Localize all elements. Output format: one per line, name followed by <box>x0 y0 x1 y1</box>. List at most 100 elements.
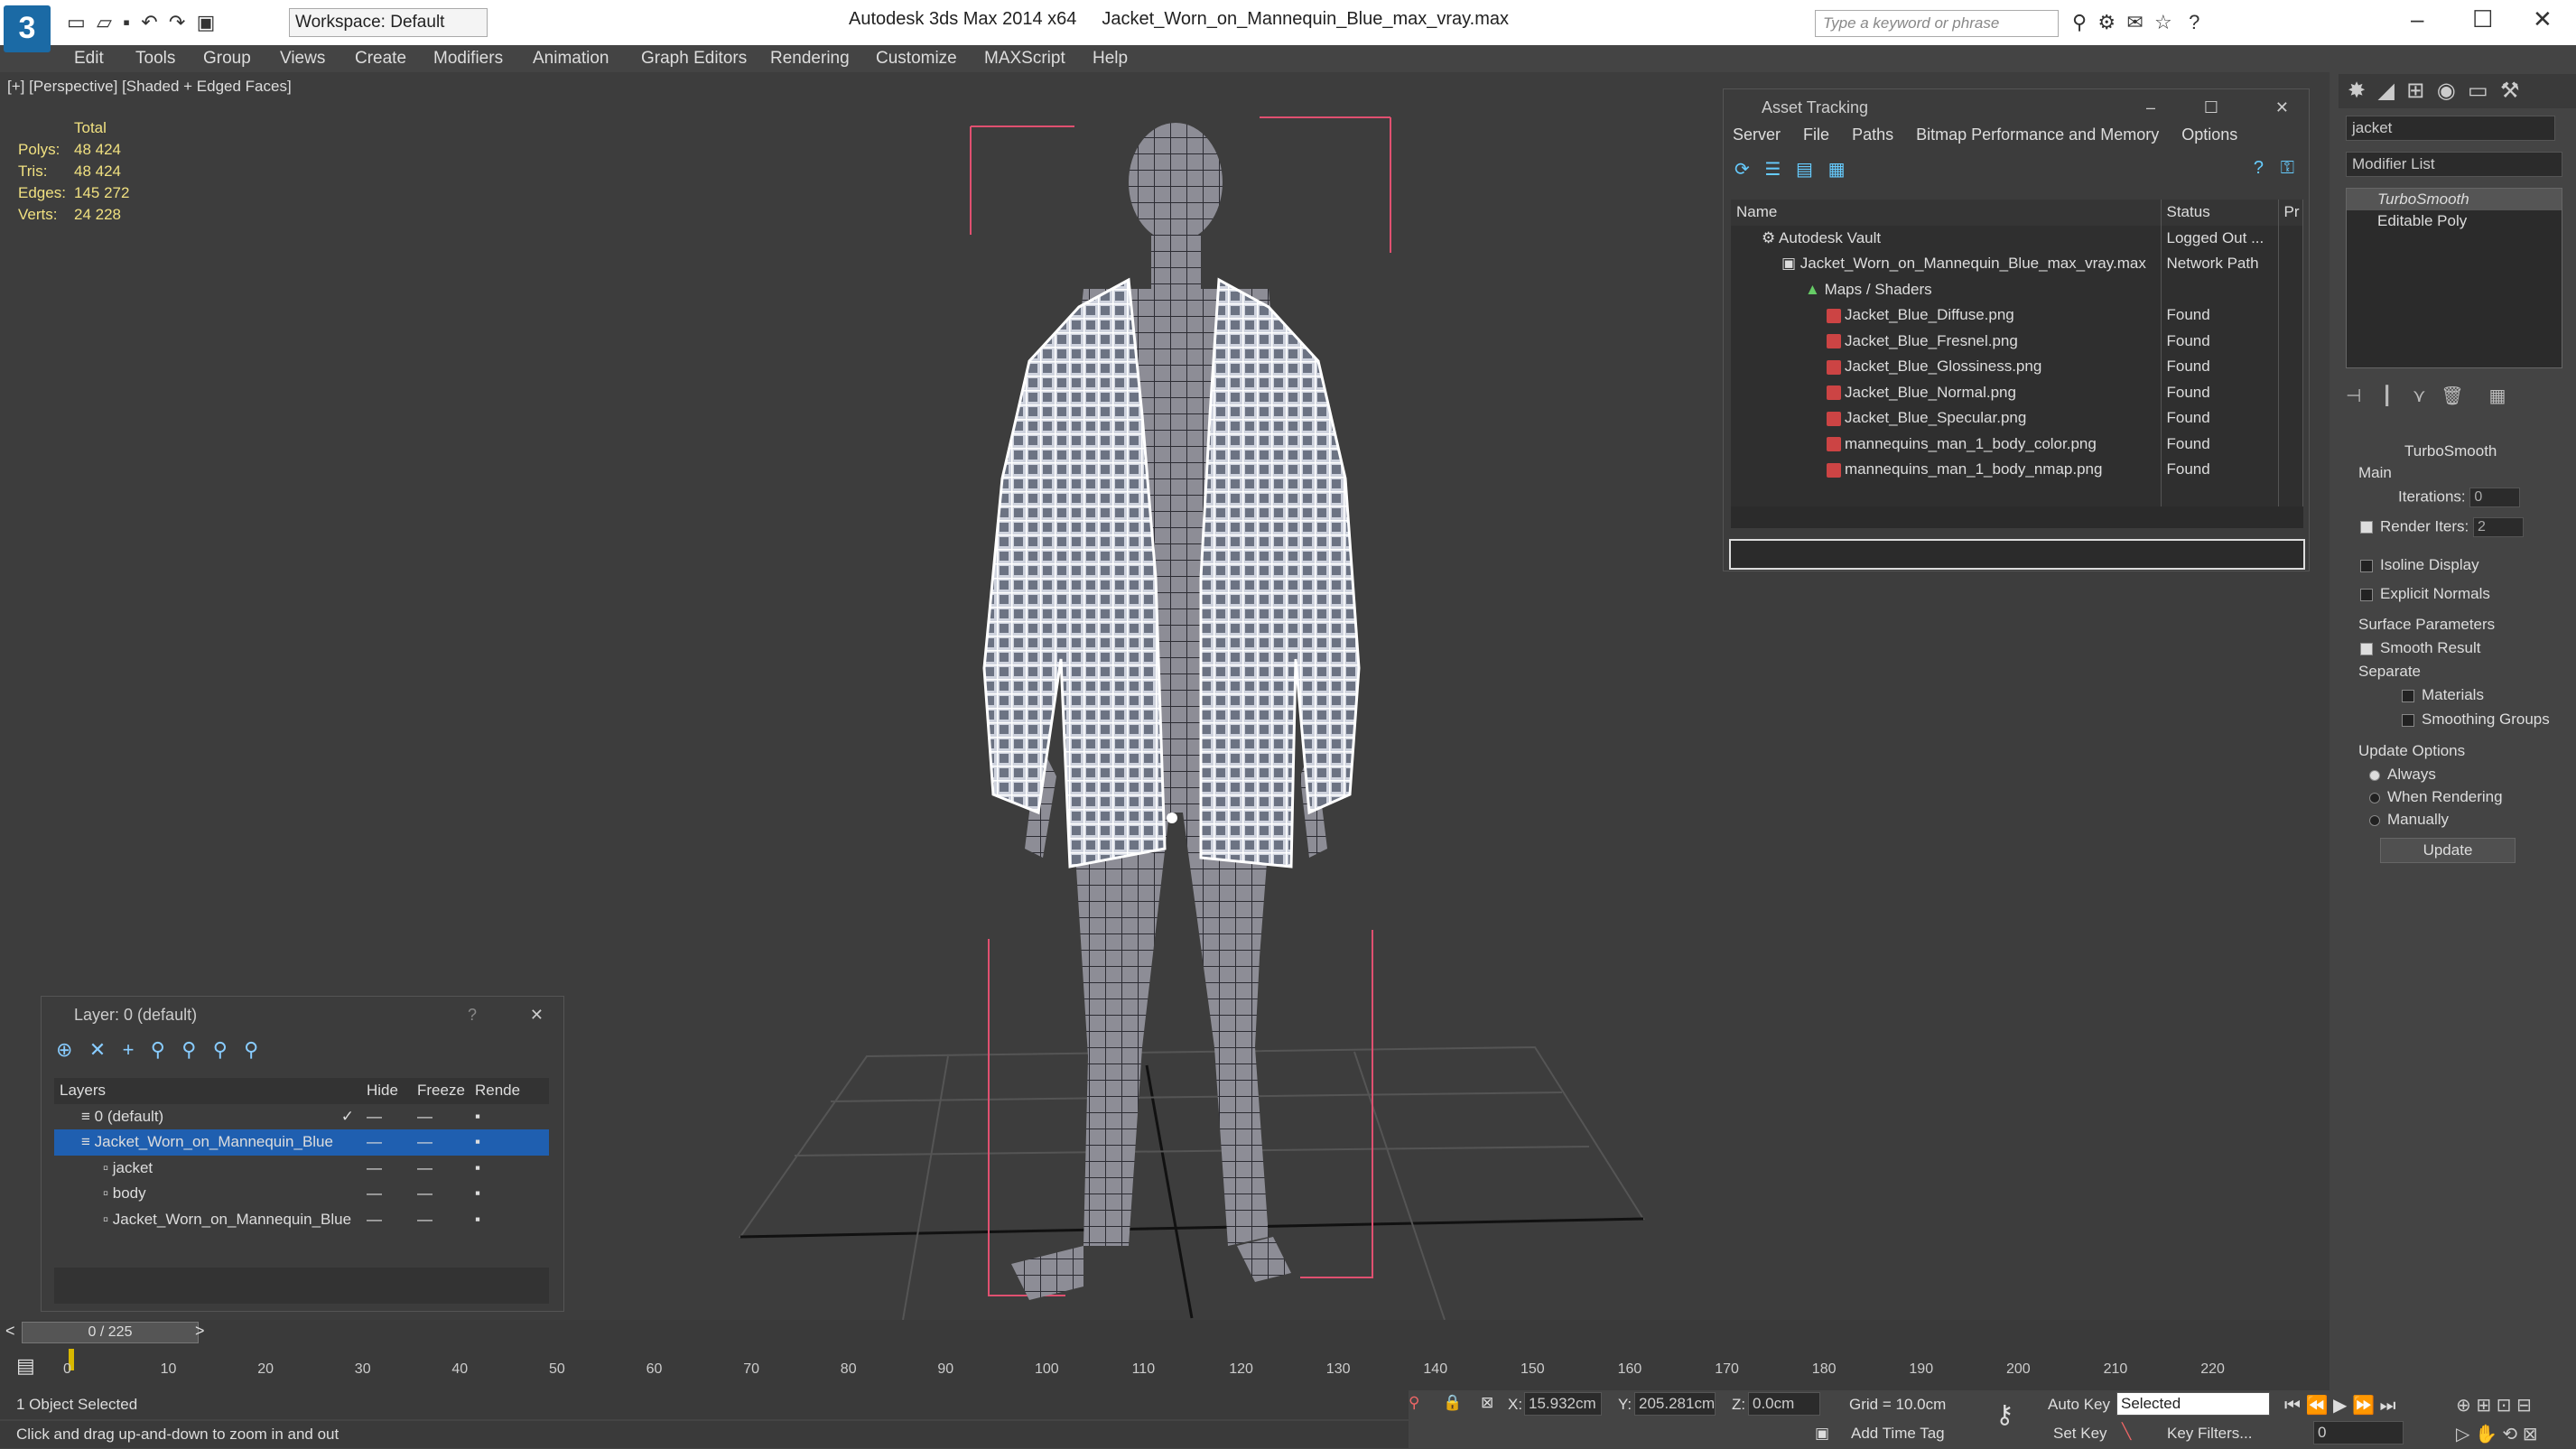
display-tab-icon[interactable]: ▭ <box>2468 79 2488 103</box>
smooth-result-checkbox[interactable] <box>2360 642 2373 655</box>
orbit-icon[interactable]: ⟲ <box>2502 1425 2517 1444</box>
modify-tab-icon[interactable]: ◢ <box>2377 79 2394 103</box>
next-key-icon[interactable]: ⏩ <box>2352 1396 2375 1416</box>
detail-view-icon[interactable]: ▤ <box>1796 160 1813 180</box>
make-unique-icon[interactable]: ⋎ <box>2413 386 2426 406</box>
always-radio[interactable] <box>2369 769 2380 781</box>
prev-key-icon[interactable]: ⏪ <box>2306 1396 2329 1416</box>
render-iters-spinner[interactable]: 2 <box>2473 517 2524 537</box>
highlight-layer-icon[interactable]: ⚲ <box>181 1038 196 1061</box>
menu-rendering[interactable]: Rendering <box>770 49 850 69</box>
table-row[interactable]: Jacket_Blue_Diffuse.png Found <box>1731 302 2303 329</box>
go-to-end-icon[interactable]: ⏭ <box>2379 1396 2395 1416</box>
freeze-toggle[interactable]: — <box>412 1181 470 1207</box>
show-end-result-icon[interactable]: ┃ <box>2382 386 2393 406</box>
layer-row[interactable]: ▫ body — — ▪ <box>54 1181 549 1207</box>
time-slider-thumb[interactable]: 0 / 225 <box>22 1322 199 1343</box>
menu-maxscript[interactable]: MAXScript <box>984 49 1065 69</box>
viewport-label[interactable]: [+] [Perspective] [Shaded + Edged Faces] <box>7 78 292 96</box>
key-selection-dropdown[interactable]: Selected <box>2116 1392 2270 1416</box>
lock-icon[interactable]: 🔒 <box>1443 1394 1462 1412</box>
table-row[interactable]: Jacket_Blue_Glossiness.png Found <box>1731 354 2303 380</box>
table-row[interactable]: ⚙ Autodesk Vault Logged Out ... <box>1731 225 2303 251</box>
menu-help[interactable]: Help <box>1093 49 1128 69</box>
hide-toggle[interactable]: — <box>361 1156 412 1182</box>
save-icon[interactable]: ▪ <box>123 11 130 33</box>
close-icon[interactable]: ✕ <box>530 997 544 1033</box>
smoothing-groups-checkbox[interactable] <box>2402 713 2414 727</box>
render-icon[interactable]: ▪ <box>470 1207 549 1233</box>
col-name[interactable]: Name <box>1731 200 2162 226</box>
undo-icon[interactable]: ↶ <box>141 11 157 33</box>
prev-frame-icon[interactable]: < <box>5 1322 15 1341</box>
walkthrough-icon[interactable]: ⊠ <box>2523 1425 2538 1444</box>
col-hide[interactable]: Hide <box>361 1078 412 1104</box>
help-icon[interactable]: ? <box>468 997 477 1033</box>
select-objects-icon[interactable]: ⚲ <box>151 1038 165 1061</box>
freeze-toggle[interactable]: — <box>412 1129 470 1156</box>
table-row[interactable]: ▲ Maps / Shaders <box>1731 276 2303 302</box>
render-icon[interactable]: ▪ <box>470 1129 549 1156</box>
hide-toggle[interactable]: — <box>361 1181 412 1207</box>
set-key-mode-icon[interactable]: ⚷ <box>1995 1399 2014 1429</box>
close-icon[interactable]: ✕ <box>2533 5 2553 33</box>
freeze-toggle[interactable]: — <box>412 1207 470 1233</box>
pin-stack-icon[interactable]: ⊣ <box>2346 386 2361 406</box>
delete-layer-icon[interactable]: ✕ <box>89 1038 106 1061</box>
render-icon[interactable]: ▪ <box>470 1181 549 1207</box>
at-menu-options[interactable]: Options <box>2181 125 2237 144</box>
at-menu-server[interactable]: Server <box>1733 125 1781 144</box>
favorites-icon[interactable]: ☆ <box>2154 11 2172 33</box>
remove-modifier-icon[interactable]: 🗑 <box>2441 386 2463 406</box>
zoom-all-icon[interactable]: ⊞ <box>2476 1396 2491 1416</box>
table-view-icon[interactable]: ▦ <box>1828 160 1846 180</box>
col-render[interactable]: Rende <box>470 1078 549 1104</box>
layer-row[interactable]: ▫ jacket — — ▪ <box>54 1156 549 1182</box>
time-slider[interactable]: < 0 / 225 > <box>0 1320 2330 1345</box>
zoom-icon[interactable]: ⊕ <box>2456 1396 2471 1416</box>
render-icon[interactable]: ▪ <box>470 1104 549 1130</box>
mini-curve-editor-icon[interactable]: ▤ <box>16 1354 35 1378</box>
key-filter-icon[interactable]: ╲ <box>2122 1423 2131 1441</box>
set-key-button[interactable]: Set Key <box>2053 1425 2107 1443</box>
freeze-toggle[interactable]: — <box>412 1156 470 1182</box>
layer-scrollbar[interactable] <box>54 1268 549 1304</box>
track-bar[interactable]: ▤ 0 10 20 30 40 50 60 70 80 90 100 110 120 130 140 150 1… <box>0 1345 2330 1390</box>
freeze-toggle[interactable]: — <box>412 1104 470 1130</box>
fov-icon[interactable]: ▷ <box>2456 1425 2469 1444</box>
auto-key-button[interactable]: Auto Key <box>2048 1396 2110 1414</box>
render-iters-checkbox[interactable] <box>2360 521 2373 534</box>
menu-edit[interactable]: Edit <box>74 49 104 69</box>
refresh-icon[interactable]: ⟳ <box>1734 160 1750 180</box>
open-file-icon[interactable]: ▱ <box>97 11 112 33</box>
communication-icon[interactable]: ✉ <box>2126 11 2143 33</box>
current-frame-field[interactable]: 0 <box>2313 1421 2404 1444</box>
hide-toggle[interactable]: — <box>361 1104 412 1130</box>
pan-icon[interactable]: ✋ <box>2475 1425 2497 1444</box>
update-button[interactable]: Update <box>2380 838 2516 863</box>
horizontal-scrollbar[interactable] <box>1731 506 2303 528</box>
maximize-icon[interactable]: ☐ <box>2204 89 2218 125</box>
menu-create[interactable]: Create <box>355 49 406 69</box>
hide-all-icon[interactable]: ⚲ <box>213 1038 228 1061</box>
hide-toggle[interactable]: — <box>361 1207 412 1233</box>
project-icon[interactable]: ▣ <box>197 11 216 33</box>
menu-graph-editors[interactable]: Graph Editors <box>641 49 747 69</box>
col-pr[interactable]: Pr <box>2278 200 2303 226</box>
motion-tab-icon[interactable]: ◉ <box>2437 79 2456 103</box>
menu-views[interactable]: Views <box>280 49 325 69</box>
subscription-icon[interactable]: ⚙ <box>2097 11 2116 33</box>
binoculars-icon[interactable]: ⚲ <box>2072 11 2087 33</box>
minimize-icon[interactable]: – <box>2411 5 2423 33</box>
asset-path-field[interactable] <box>1729 539 2305 570</box>
menu-customize[interactable]: Customize <box>876 49 957 69</box>
table-row[interactable]: Jacket_Blue_Fresnel.png Found <box>1731 328 2303 354</box>
explicit-normals-checkbox[interactable] <box>2360 588 2373 601</box>
modifier-list-dropdown[interactable]: Modifier List <box>2346 152 2562 177</box>
materials-checkbox[interactable] <box>2402 689 2414 702</box>
col-freeze[interactable]: Freeze <box>412 1078 470 1104</box>
stack-item-editable-poly[interactable]: Editable Poly <box>2347 210 2562 232</box>
key-filters-button[interactable]: Key Filters... <box>2167 1425 2252 1443</box>
at-menu-file[interactable]: File <box>1803 125 1829 144</box>
table-row[interactable]: mannequins_man_1_body_nmap.png Found <box>1731 457 2303 483</box>
